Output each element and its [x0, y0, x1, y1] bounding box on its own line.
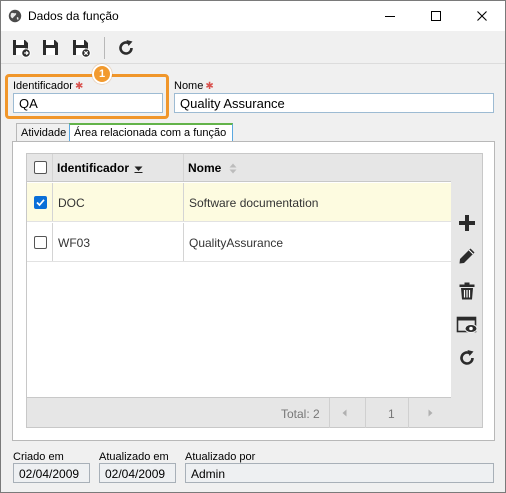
cell-nome: Software documentation	[189, 196, 319, 210]
minimize-icon	[385, 16, 395, 17]
grid-footer: Total: 2 1	[27, 397, 451, 428]
column-header-nome[interactable]: Nome	[188, 161, 221, 175]
view-button[interactable]	[455, 313, 479, 337]
cell-identificador: WF03	[58, 236, 91, 250]
refresh-button[interactable]	[114, 37, 138, 59]
table-row[interactable]: WF03 QualityAssurance	[27, 223, 451, 262]
column-separator	[183, 183, 184, 221]
window-title: Dados da função	[28, 9, 119, 23]
cell-nome: QualityAssurance	[189, 236, 284, 250]
chevron-right-icon	[428, 409, 433, 417]
toolbar	[1, 32, 505, 64]
refresh-icon	[460, 350, 474, 365]
tab-area-relacionada[interactable]: Área relacionada com a função	[69, 123, 233, 143]
refresh-grid-button[interactable]	[455, 346, 479, 370]
refresh-icon	[119, 40, 133, 55]
atualizado-em-label: Atualizado em	[99, 451, 169, 463]
tab-atividade[interactable]: Atividade	[16, 123, 70, 142]
atualizado-por-label: Atualizado por	[185, 451, 256, 463]
minimize-button[interactable]	[367, 1, 413, 31]
criado-em-field: 02/04/2009	[13, 463, 90, 483]
close-icon	[477, 11, 487, 21]
close-button[interactable]	[459, 1, 505, 31]
nome-label-text: Nome	[174, 80, 204, 92]
row-checkbox[interactable]	[34, 196, 47, 209]
save-new-button[interactable]	[9, 37, 33, 59]
toolbar-separator	[104, 37, 105, 59]
footer-separator	[329, 398, 330, 428]
row-checkbox[interactable]	[34, 236, 47, 249]
app-globe-icon	[8, 9, 22, 23]
maximize-icon	[431, 11, 441, 21]
column-separator	[52, 183, 53, 221]
delete-button[interactable]	[455, 279, 479, 303]
column-separator	[52, 154, 53, 181]
table-row[interactable]: DOC Software documentation	[27, 183, 451, 222]
footer-separator	[365, 398, 366, 428]
add-icon	[459, 215, 475, 231]
annotation-badge: 1	[92, 64, 112, 84]
chevron-left-icon	[342, 409, 347, 417]
save-icon	[43, 40, 58, 55]
grid-actions-bar	[451, 153, 483, 428]
grid-header: Identificador Nome	[27, 154, 451, 182]
sort-neutral-icon[interactable]	[229, 163, 237, 174]
data-grid: Identificador Nome DOC Software document…	[26, 153, 452, 428]
required-icon: ✱	[205, 81, 214, 92]
dialog-window: Dados da função Identificador ✱ QA 1 Nom…	[0, 0, 506, 493]
save-new-icon	[13, 40, 31, 58]
column-separator	[52, 223, 53, 261]
edit-button[interactable]	[455, 244, 479, 268]
column-separator	[183, 223, 184, 261]
previous-page-button[interactable]	[340, 407, 350, 421]
total-count: Total: 2	[281, 407, 320, 421]
page-number: 1	[388, 407, 395, 421]
sort-descending-icon[interactable]	[134, 165, 143, 173]
atualizado-por-field: Admin	[185, 463, 494, 483]
nome-field[interactable]: Quality Assurance	[174, 93, 494, 113]
cell-identificador: DOC	[58, 196, 85, 210]
column-separator	[183, 154, 184, 181]
add-button[interactable]	[455, 211, 479, 235]
tab-panel: Identificador Nome DOC Software document…	[12, 141, 495, 441]
check-icon	[36, 199, 45, 207]
criado-em-label: Criado em	[13, 451, 64, 463]
footer-separator	[408, 398, 409, 428]
column-header-identificador[interactable]: Identificador	[57, 161, 129, 175]
next-page-button[interactable]	[425, 407, 435, 421]
annotation-highlight	[5, 74, 169, 119]
save-close-button[interactable]	[69, 37, 93, 59]
view-icon	[456, 316, 478, 333]
delete-icon	[459, 282, 475, 300]
edit-icon	[459, 248, 475, 264]
maximize-button[interactable]	[413, 1, 459, 31]
select-all-checkbox[interactable]	[34, 161, 47, 174]
save-close-icon	[73, 40, 91, 58]
atualizado-em-field: 02/04/2009	[99, 463, 176, 483]
nome-label: Nome ✱	[174, 80, 214, 92]
save-button[interactable]	[39, 37, 63, 59]
title-bar: Dados da função	[1, 1, 505, 31]
